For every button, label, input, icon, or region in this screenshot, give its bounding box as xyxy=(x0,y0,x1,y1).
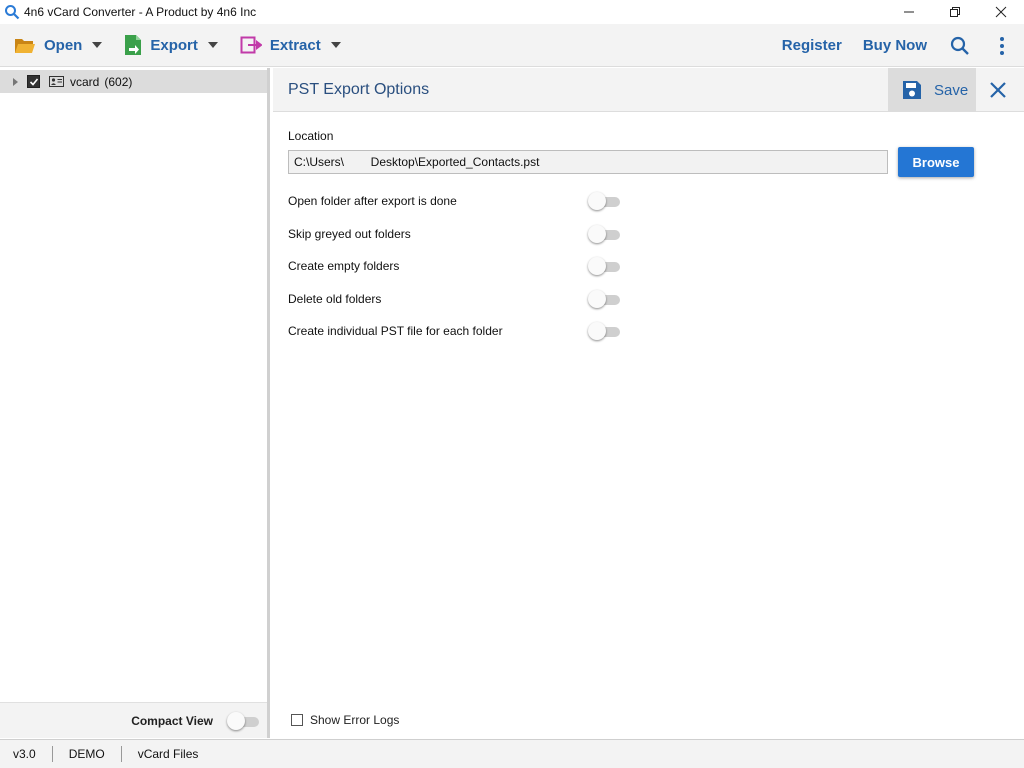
option-label: Create individual PST file for each fold… xyxy=(288,324,503,338)
status-mode: DEMO xyxy=(53,746,122,762)
export-options-panel: PST Export Options Save Location Browse … xyxy=(273,68,1024,738)
close-icon xyxy=(990,82,1006,98)
location-label: Location xyxy=(288,129,334,143)
show-error-logs-checkbox[interactable]: Show Error Logs xyxy=(291,713,399,727)
option-toggle[interactable] xyxy=(588,322,620,340)
option-toggle[interactable] xyxy=(588,257,620,275)
save-label: Save xyxy=(934,81,969,99)
buy-now-link[interactable]: Buy Now xyxy=(863,37,927,54)
close-icon xyxy=(995,6,1007,18)
chevron-down-icon xyxy=(92,42,103,48)
status-version: v3.0 xyxy=(0,746,53,762)
open-label: Open xyxy=(44,36,83,54)
register-link[interactable]: Register xyxy=(782,37,842,54)
tree-node-label: vcard xyxy=(70,74,100,89)
main-toolbar: Open Export Extract Register Buy Now xyxy=(0,24,1024,67)
extract-menu-button[interactable]: Extract xyxy=(234,24,347,67)
search-button[interactable] xyxy=(948,34,972,58)
option-toggle[interactable] xyxy=(588,290,620,308)
contact-card-icon xyxy=(49,76,64,87)
option-toggle[interactable] xyxy=(588,225,620,243)
show-error-logs-label: Show Error Logs xyxy=(310,713,400,727)
checkmark-icon xyxy=(29,77,38,86)
tree-node-vcard[interactable]: vcard (602) xyxy=(0,70,267,93)
export-menu-button[interactable]: Export xyxy=(118,24,224,67)
save-disk-icon xyxy=(903,81,921,99)
window-controls xyxy=(886,0,1024,24)
restore-icon xyxy=(950,7,960,17)
option-create-empty-folders: Create empty folders xyxy=(288,256,628,276)
tree-node-count: (602) xyxy=(104,74,133,89)
status-bar: v3.0 DEMO vCard Files xyxy=(0,739,1024,768)
chevron-down-icon xyxy=(207,42,218,48)
option-skip-greyed-out-folders: Skip greyed out folders xyxy=(288,224,628,244)
option-open-folder-after-export: Open folder after export is done xyxy=(288,191,628,211)
compact-view-toggle[interactable] xyxy=(227,711,259,730)
save-button[interactable]: Save xyxy=(888,68,976,112)
open-folder-icon xyxy=(15,39,35,53)
location-path-input[interactable] xyxy=(288,150,888,174)
option-label: Delete old folders xyxy=(288,292,382,306)
minimize-icon xyxy=(904,11,914,13)
option-toggle[interactable] xyxy=(588,192,620,210)
panel-title: PST Export Options xyxy=(288,81,430,98)
toolbar-right: Register Buy Now xyxy=(782,24,1024,67)
checkbox-box[interactable] xyxy=(291,714,303,726)
option-delete-old-folders: Delete old folders xyxy=(288,289,628,309)
expand-arrow-icon[interactable] xyxy=(13,77,18,86)
extract-label: Extract xyxy=(269,36,321,54)
chevron-down-icon xyxy=(330,42,341,48)
app-logo-icon xyxy=(5,5,20,20)
extract-icon xyxy=(240,36,262,54)
minimize-button[interactable] xyxy=(886,0,932,24)
search-icon xyxy=(950,36,969,55)
option-label: Open folder after export is done xyxy=(288,194,457,208)
restore-button[interactable] xyxy=(932,0,978,24)
export-label: Export xyxy=(150,36,198,54)
option-individual-pst-per-folder: Create individual PST file for each fold… xyxy=(288,321,628,341)
option-label: Create empty folders xyxy=(288,259,400,273)
title-bar: 4n6 vCard Converter - A Product by 4n6 I… xyxy=(0,0,1024,24)
option-label: Skip greyed out folders xyxy=(288,227,411,241)
close-panel-button[interactable] xyxy=(986,78,1010,102)
browse-button[interactable]: Browse xyxy=(898,147,974,177)
compact-view-label: Compact View xyxy=(131,713,213,728)
panel-header: PST Export Options Save xyxy=(273,68,1024,112)
more-vertical-icon xyxy=(1000,36,1004,55)
status-file-type: vCard Files xyxy=(137,747,199,761)
export-file-icon xyxy=(125,35,142,55)
close-window-button[interactable] xyxy=(978,0,1024,24)
folder-tree-panel: vcard (602) Compact View xyxy=(0,68,270,738)
tree-node-checkbox[interactable] xyxy=(27,75,40,88)
more-options-button[interactable] xyxy=(990,34,1014,58)
compact-view-bar: Compact View xyxy=(0,702,267,738)
window-title: 4n6 vCard Converter - A Product by 4n6 I… xyxy=(24,5,257,19)
open-menu-button[interactable]: Open xyxy=(8,24,108,67)
